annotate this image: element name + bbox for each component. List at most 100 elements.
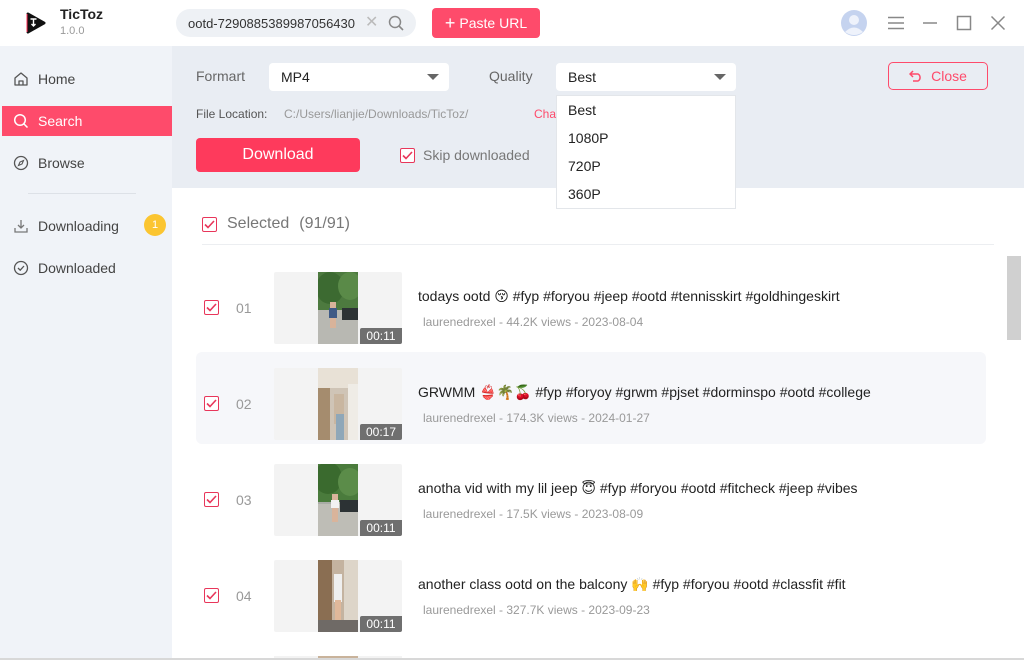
quality-option-1080p[interactable]: 1080P: [557, 124, 735, 152]
compass-icon: [13, 155, 29, 171]
sidebar-item-label: Downloaded: [38, 260, 116, 276]
thumbnail-image: [318, 464, 358, 536]
file-location-value: C:/Users/lianjie/Downloads/TicToz/: [284, 107, 469, 121]
quality-dropdown: Best 1080P 720P 360P: [556, 95, 736, 209]
quality-label: Quality: [489, 68, 533, 84]
close-button[interactable]: Close: [888, 62, 988, 90]
select-all-checkbox[interactable]: [202, 216, 217, 232]
avatar-icon: [841, 10, 867, 36]
sidebar-divider: [28, 193, 136, 194]
skip-downloaded-label: Skip downloaded: [423, 147, 530, 163]
quality-select[interactable]: Best: [556, 63, 736, 91]
format-select[interactable]: MP4: [269, 63, 449, 91]
sidebar-item-label: Home: [38, 71, 76, 87]
video-duration: 00:11: [360, 520, 402, 536]
download-button[interactable]: Download: [196, 138, 360, 172]
quality-value: Best: [568, 69, 597, 85]
video-checkbox[interactable]: [204, 588, 219, 603]
sidebar-item-browse[interactable]: Browse: [2, 148, 172, 178]
app-logo-icon: [26, 12, 46, 34]
sidebar-item-downloaded[interactable]: Downloaded: [2, 253, 172, 283]
video-duration: 00:17: [360, 424, 402, 440]
maximize-button[interactable]: [950, 9, 978, 37]
video-checkbox[interactable]: [204, 492, 219, 507]
checkmark-icon: [206, 591, 217, 600]
check-circle-icon: [13, 260, 29, 276]
thumbnail-image: [318, 368, 358, 440]
downloading-count-badge: 1: [144, 214, 166, 236]
close-icon: [990, 15, 1006, 31]
format-value: MP4: [281, 69, 310, 85]
menu-button[interactable]: [882, 9, 910, 37]
video-row[interactable]: 01 00:11 todays ootd 😚 #fyp #foryou #jee…: [196, 256, 986, 348]
video-thumbnail[interactable]: 00:11: [274, 464, 402, 536]
video-meta: laurenedrexel - 44.2K views - 2023-08-04: [423, 315, 644, 329]
paste-url-button[interactable]: + Paste URL: [432, 8, 540, 38]
sidebar-item-label: Browse: [38, 155, 85, 171]
skip-downloaded-checkbox[interactable]: [400, 147, 415, 163]
plus-icon: +: [444, 13, 456, 33]
change-location-link[interactable]: Change: [534, 107, 556, 121]
video-title: anotha vid with my lil jeep 😇 #fyp #fory…: [418, 480, 858, 496]
video-title: todays ootd 😚 #fyp #foryou #jeep #ootd #…: [418, 288, 840, 304]
undo-icon: [909, 70, 921, 82]
divider: [202, 244, 994, 245]
video-thumbnail[interactable]: 00:17: [274, 368, 402, 440]
quality-option-720p[interactable]: 720P: [557, 152, 735, 180]
clear-search-icon[interactable]: ✕: [365, 12, 378, 32]
sidebar-item-home[interactable]: Home: [2, 64, 172, 94]
list-scrollbar[interactable]: [1007, 256, 1021, 340]
search-box: ✕: [176, 9, 416, 37]
video-duration: 00:11: [360, 616, 402, 632]
video-checkbox[interactable]: [204, 396, 219, 411]
selected-label: Selected: [227, 215, 290, 232]
sidebar-item-search[interactable]: Search: [2, 106, 172, 136]
select-all-header: Selected (91/91): [202, 215, 350, 233]
search-input[interactable]: [188, 14, 364, 32]
video-row[interactable]: 03 00:11 anotha vid with my lil jeep 😇 #…: [196, 448, 986, 540]
selected-count: (91/91): [299, 215, 350, 232]
app-name: TicToz: [60, 6, 104, 22]
video-thumbnail[interactable]: 00:11: [274, 272, 402, 344]
sidebar-item-label: Search: [38, 113, 83, 129]
quality-option-best[interactable]: Best: [557, 96, 735, 124]
thumbnail-image: [318, 272, 358, 344]
video-meta: laurenedrexel - 174.3K views - 2024-01-2…: [423, 411, 650, 425]
skip-downloaded-option: Skip downloaded: [400, 147, 530, 163]
search-icon[interactable]: [387, 14, 405, 32]
download-tray-icon: [13, 218, 29, 234]
sidebar-item-label: Downloading: [38, 218, 119, 234]
checkmark-icon: [206, 495, 217, 504]
close-window-button[interactable]: [984, 9, 1012, 37]
search-icon: [13, 113, 29, 129]
app-window: TicToz 1.0.0 ✕ + Paste URL: [0, 0, 1024, 660]
checkmark-icon: [206, 303, 217, 312]
video-index: 04: [236, 588, 252, 604]
chevron-down-icon: [714, 74, 726, 80]
checkmark-icon: [402, 150, 413, 160]
video-thumbnail[interactable]: 00:11: [274, 560, 402, 632]
avatar-button[interactable]: [840, 9, 868, 37]
minimize-button[interactable]: [916, 9, 944, 37]
close-label: Close: [931, 68, 967, 84]
quality-option-360p[interactable]: 360P: [557, 180, 735, 208]
video-index: 01: [236, 300, 252, 316]
video-meta: laurenedrexel - 327.7K views - 2023-09-2…: [423, 603, 650, 617]
thumbnail-image: [318, 560, 358, 632]
video-row[interactable]: 02 00:17 GRWMM 👙🌴🍒 #fyp #foryoy #grwm #p…: [196, 352, 986, 444]
video-checkbox[interactable]: [204, 300, 219, 315]
video-title: GRWMM 👙🌴🍒 #fyp #foryoy #grwm #pjset #dor…: [418, 384, 871, 400]
minimize-icon: [923, 22, 937, 24]
chevron-down-icon: [427, 74, 439, 80]
checkmark-icon: [206, 399, 217, 408]
video-duration: 00:11: [360, 328, 402, 344]
sidebar: Home Search Browse Downloading 1 Downloa…: [0, 46, 172, 660]
checkmark-icon: [204, 219, 215, 229]
paste-url-label: Paste URL: [459, 15, 528, 31]
video-row[interactable]: 04 00:11 another class ootd on the balco…: [196, 544, 986, 636]
format-label: Formart: [196, 68, 245, 84]
video-meta: laurenedrexel - 17.5K views - 2023-08-09: [423, 507, 644, 521]
file-location-label: File Location:: [196, 107, 268, 121]
video-index: 03: [236, 492, 252, 508]
title-bar: TicToz 1.0.0 ✕ + Paste URL: [0, 0, 1024, 46]
